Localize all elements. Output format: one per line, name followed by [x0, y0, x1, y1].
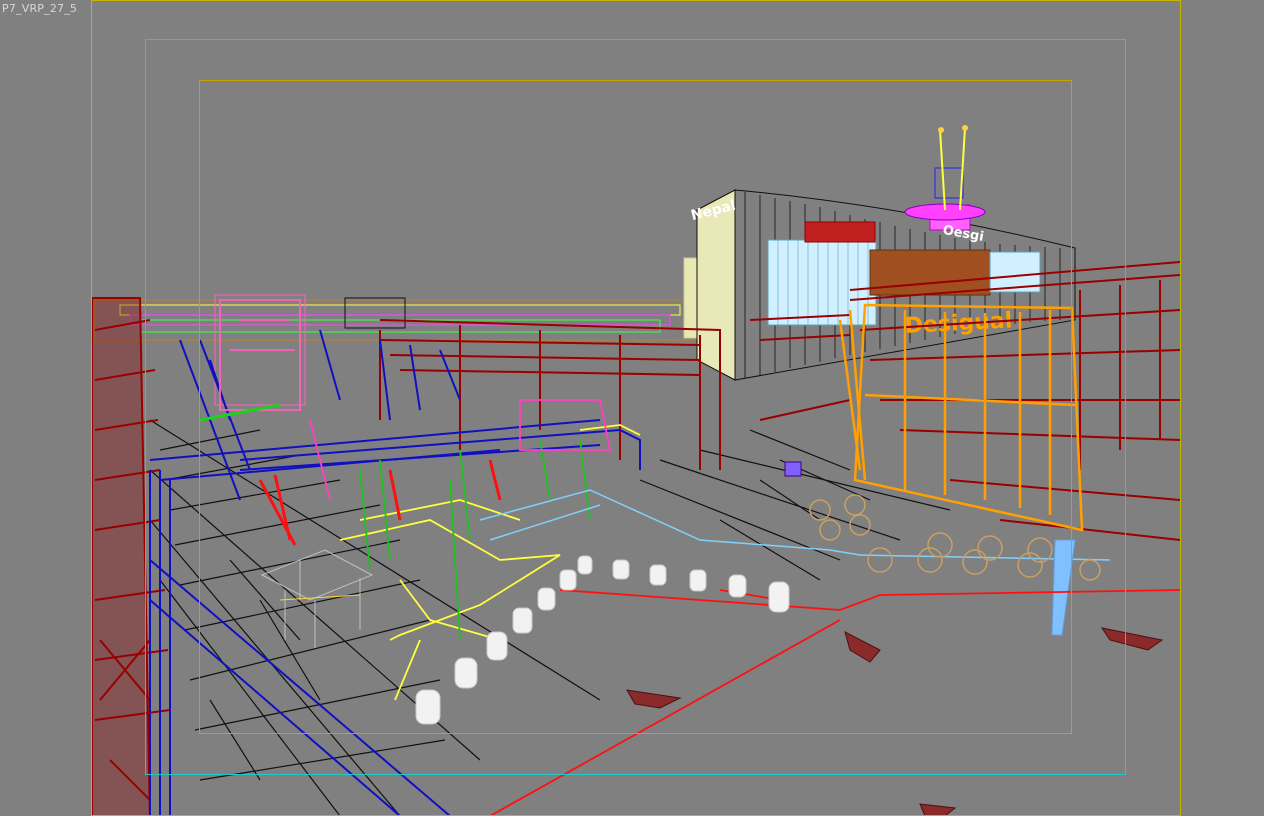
bollards	[415, 555, 790, 725]
boats	[626, 627, 1164, 816]
wireframe-scene[interactable]: Nepal Desigual Oesgi	[0, 0, 1264, 816]
orange-facade	[838, 303, 1084, 532]
tower-building	[683, 125, 1076, 381]
ground-red-lines	[489, 589, 1181, 816]
3d-viewport[interactable]: Nepal Desigual Oesgi P7_VRP_27_5	[0, 0, 1264, 816]
cyan-pillar	[1051, 539, 1076, 636]
walkway	[479, 489, 1111, 561]
red-structures	[91, 261, 1181, 816]
ground-grid	[149, 419, 951, 816]
viewport-label[interactable]: P7_VRP_27_5	[2, 2, 77, 15]
chair	[784, 461, 802, 477]
distant-buildings	[94, 294, 696, 406]
